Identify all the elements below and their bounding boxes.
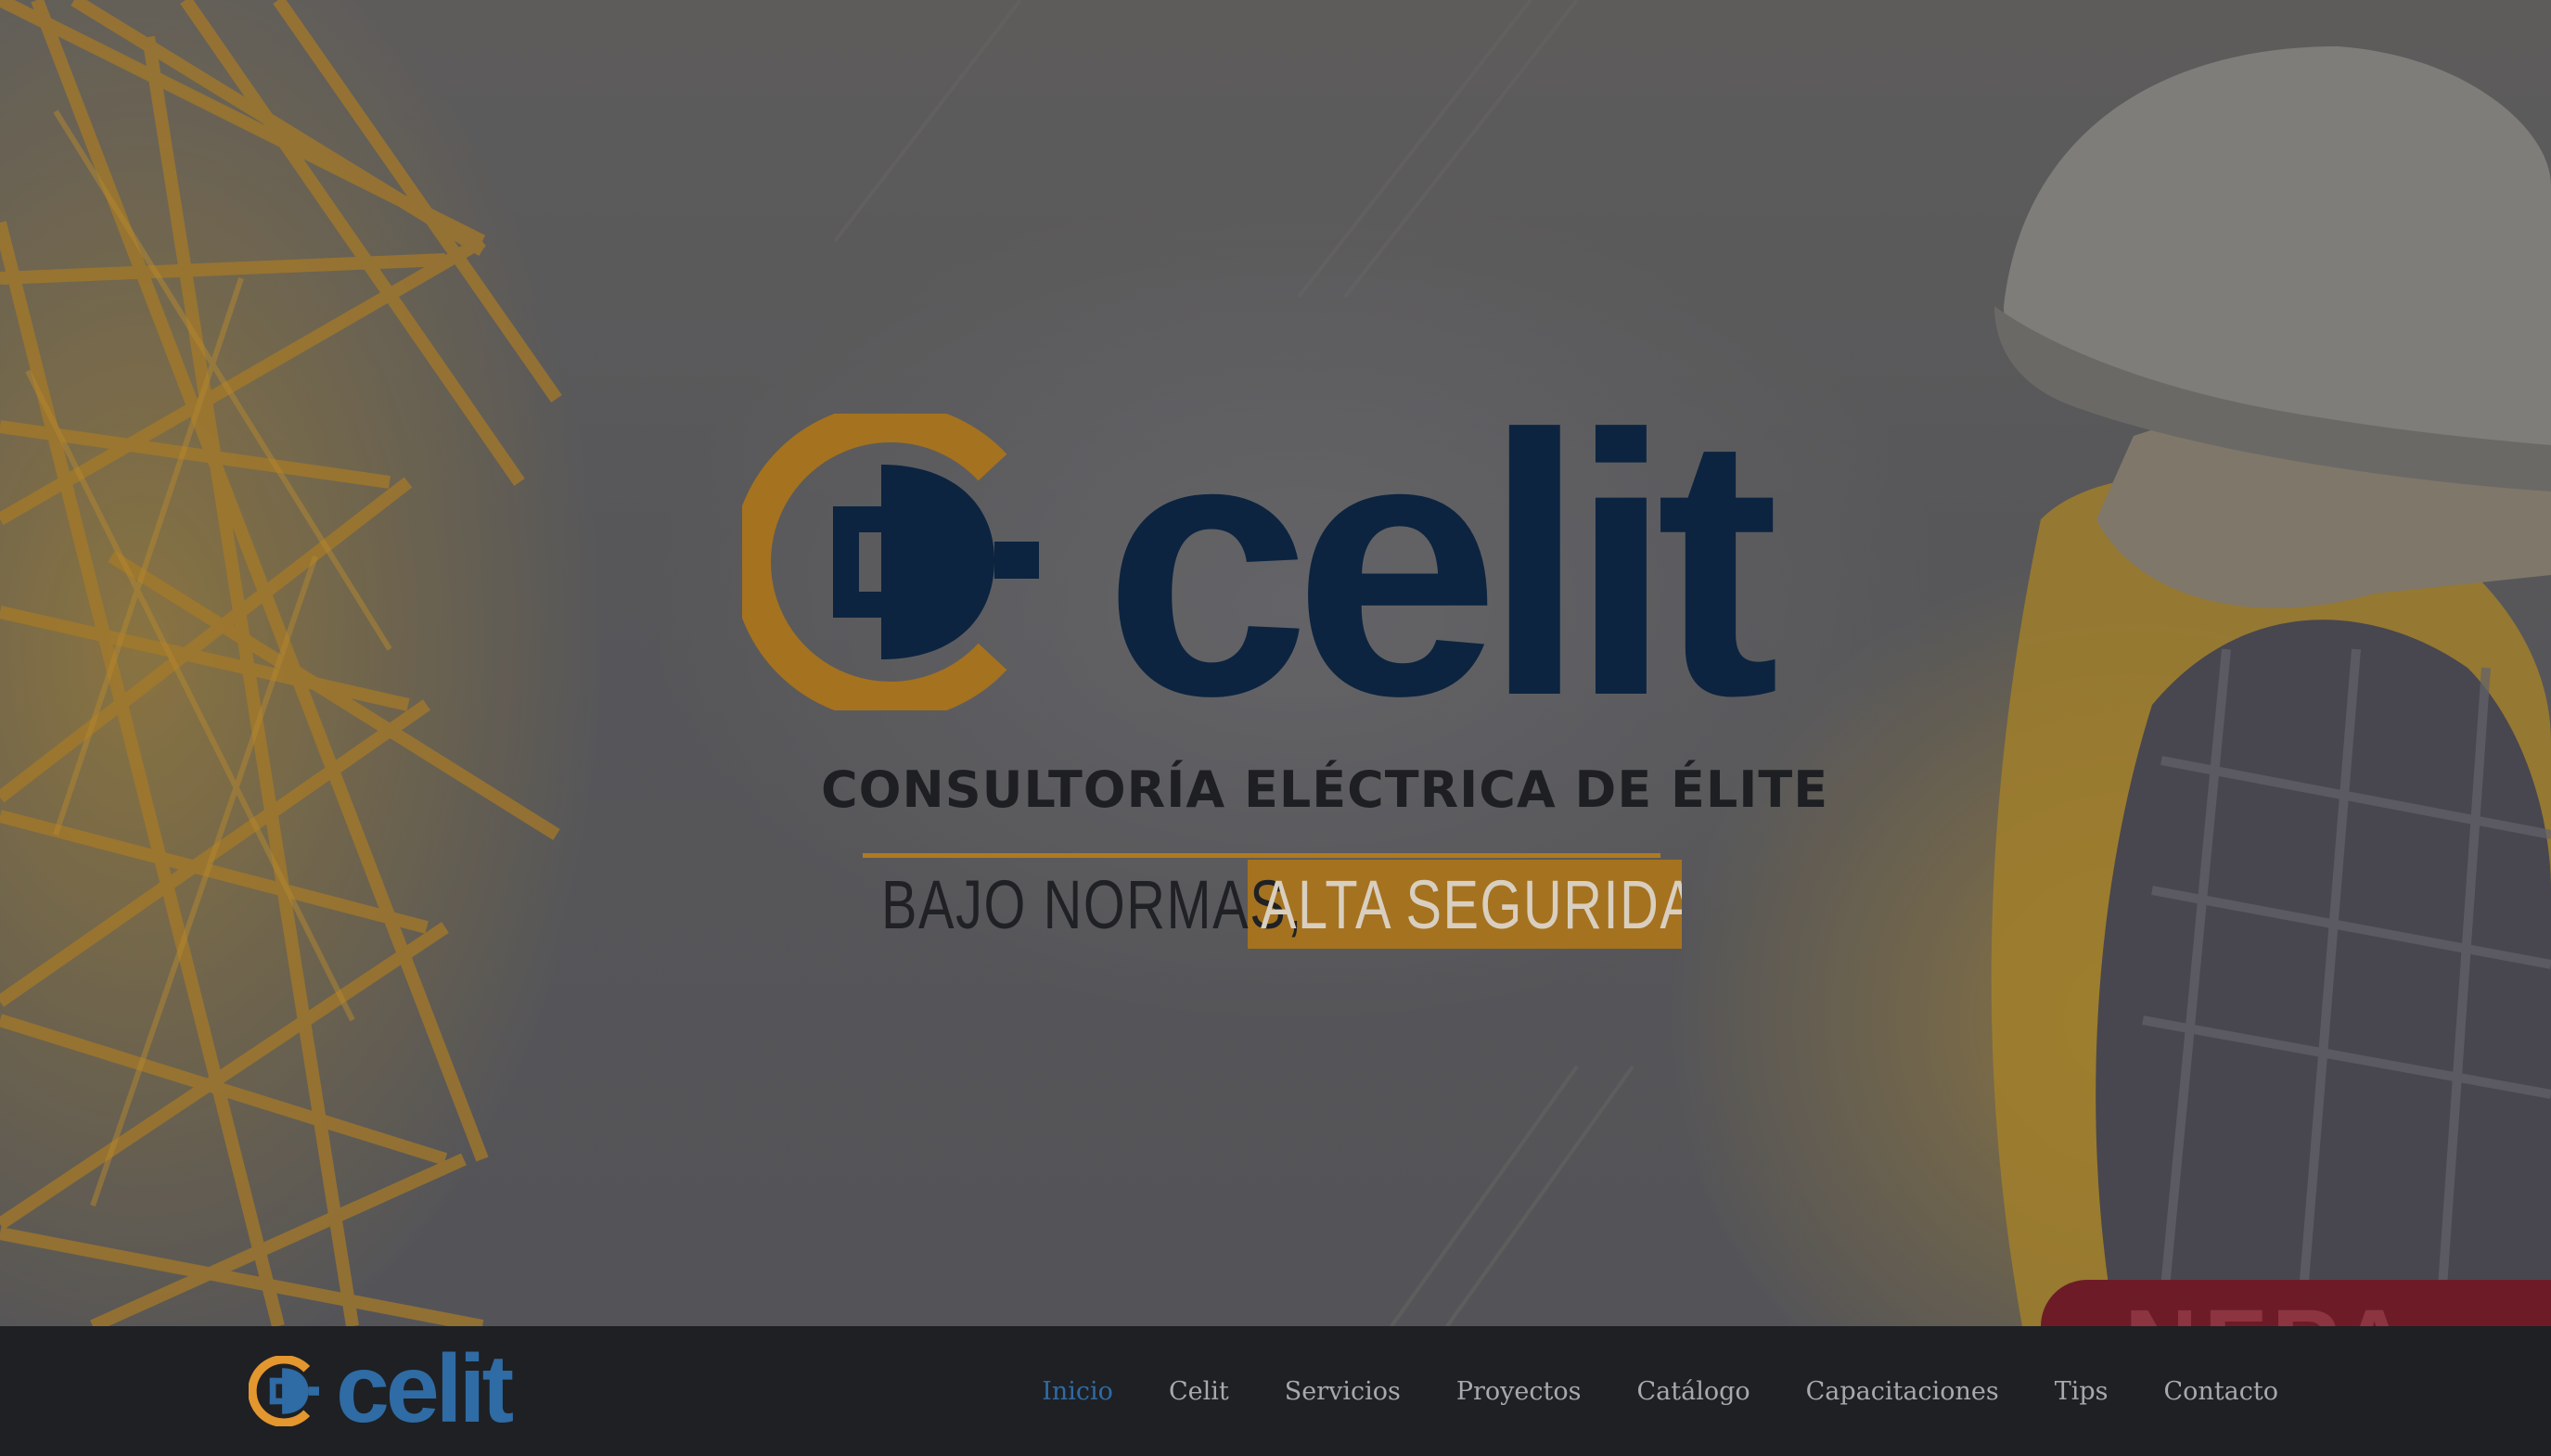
brand-wordmark: celit xyxy=(336,1335,514,1443)
promo-tab[interactable]: NFPA xyxy=(2041,1280,2551,1326)
navbar: celit Inicio Celit Servicios Proyectos C… xyxy=(0,1326,2551,1456)
nav-item-inicio[interactable]: Inicio xyxy=(1042,1377,1113,1406)
brand-logo-link[interactable]: celit xyxy=(249,1335,514,1443)
hero-wordmark: celit xyxy=(1104,358,1779,773)
main-nav: Inicio Celit Servicios Proyectos Catálog… xyxy=(1042,1326,2278,1456)
nav-item-servicios[interactable]: Servicios xyxy=(1285,1377,1401,1406)
hero-banner: celit CONSULTORÍA ELÉCTRICA DE ÉLITE BAJ… xyxy=(0,0,2551,1326)
slogan-highlight: ALTA SEGURIDAD xyxy=(1248,860,1682,949)
slogan-part-1: BAJO NORMAS, xyxy=(881,865,1303,943)
slogan-part-2: ALTA SEGURIDAD xyxy=(1261,865,1682,943)
plug-c-logo-icon xyxy=(249,1356,319,1426)
hero-slogan: BAJO NORMAS, ALTA SEGURIDAD xyxy=(881,858,1682,951)
nav-item-proyectos[interactable]: Proyectos xyxy=(1456,1377,1582,1406)
nav-item-contacto[interactable]: Contacto xyxy=(2164,1377,2278,1406)
nav-item-tips[interactable]: Tips xyxy=(2055,1377,2109,1406)
plug-c-icon xyxy=(742,414,1039,710)
nav-item-catalogo[interactable]: Catálogo xyxy=(1637,1377,1750,1406)
hero-tagline: CONSULTORÍA ELÉCTRICA DE ÉLITE xyxy=(821,760,1829,819)
nav-item-capacitaciones[interactable]: Capacitaciones xyxy=(1806,1377,1999,1406)
nav-item-celit[interactable]: Celit xyxy=(1169,1377,1229,1406)
promo-text: NFPA xyxy=(2124,1287,2416,1326)
hero-logo: celit CONSULTORÍA ELÉCTRICA DE ÉLITE BAJ… xyxy=(733,380,1829,964)
